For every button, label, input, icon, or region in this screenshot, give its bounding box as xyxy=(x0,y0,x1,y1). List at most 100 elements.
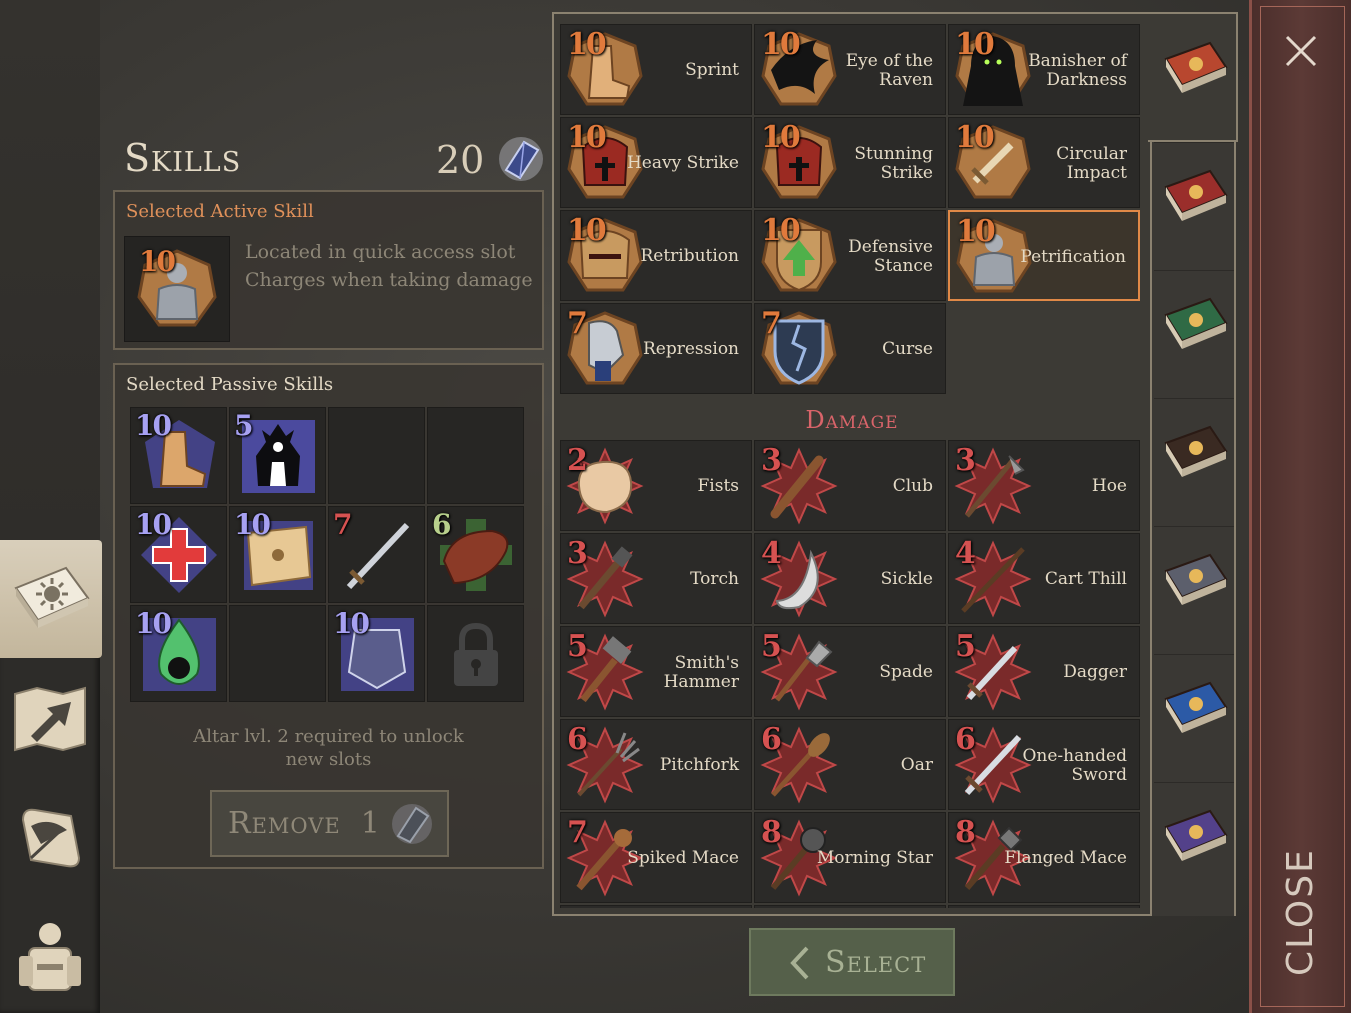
pickaxe-book-icon xyxy=(1164,553,1228,605)
skill-card[interactable]: 5 Dagger xyxy=(948,626,1140,717)
skill-card[interactable]: 3 Club xyxy=(754,440,946,531)
skill-level: 4 xyxy=(761,536,782,571)
book-tab[interactable] xyxy=(1156,654,1236,764)
passive-slot-level: 6 xyxy=(432,508,452,541)
skill-card[interactable]: 3 Hoe xyxy=(948,440,1140,531)
passive-slot[interactable]: 10 xyxy=(130,506,227,603)
skill-name: Defensive Stance xyxy=(848,236,933,276)
book-tab[interactable] xyxy=(1156,526,1236,636)
skill-name: Repression xyxy=(643,339,739,359)
book-tab[interactable] xyxy=(1156,270,1236,380)
skill-name: Smith's Hammer xyxy=(663,652,739,692)
skill-name: Sprint xyxy=(685,60,739,80)
nav-map-tab[interactable] xyxy=(0,660,100,778)
passive-slot-level: 10 xyxy=(135,409,172,442)
passive-slot[interactable]: 10 xyxy=(130,605,227,702)
book-tab[interactable] xyxy=(1156,398,1236,508)
skill-card[interactable]: 6 Pitchfork xyxy=(560,719,752,810)
skill-name: One-handed Sword xyxy=(1022,745,1127,785)
skill-level: 6 xyxy=(761,722,782,757)
skill-card[interactable]: 6 One-handed Sword xyxy=(948,719,1140,810)
skill-card[interactable]: 10 Sprint xyxy=(560,24,752,115)
remove-cost: 1 xyxy=(360,806,380,841)
active-skill-desc-2: Charges when taking damage xyxy=(245,269,533,291)
skill-card[interactable]: 7 Repression xyxy=(560,303,752,394)
skill-card[interactable]: 2 Fists xyxy=(560,440,752,531)
skill-card[interactable]: 3 Torch xyxy=(560,533,752,624)
skill-name: Spade xyxy=(879,662,933,682)
passive-slot[interactable]: 7 xyxy=(328,506,425,603)
skill-card[interactable]: 5 Smith's Hammer xyxy=(560,626,752,717)
skill-name: Spiked Mace xyxy=(627,848,739,868)
character-backpack-icon xyxy=(19,923,81,991)
skill-card[interactable]: 4 Sickle xyxy=(754,533,946,624)
skill-level: 10 xyxy=(567,27,607,62)
skill-level: 10 xyxy=(761,120,801,155)
passive-slot[interactable]: 10 xyxy=(328,605,425,702)
nav-character-tab[interactable] xyxy=(0,896,100,1013)
skill-card[interactable]: 10 Eye of the Raven xyxy=(754,24,946,115)
nav-quests-tab[interactable] xyxy=(0,778,100,896)
nav-skills-tab[interactable] xyxy=(0,540,102,658)
skill-card[interactable]: 8 Morning Star xyxy=(754,812,946,903)
skill-card[interactable]: 10 Circular Impact xyxy=(948,117,1140,208)
skill-level: 3 xyxy=(761,443,782,478)
skill-level: 5 xyxy=(955,629,976,664)
skill-level: 7 xyxy=(567,815,588,850)
skill-card[interactable]: 10 Defensive Stance xyxy=(754,210,946,301)
skill-card[interactable]: 10 Retribution xyxy=(560,210,752,301)
active-skill-desc-1: Located in quick access slot xyxy=(245,241,516,263)
empty-passive-slot[interactable] xyxy=(328,407,425,504)
skill-card[interactable]: 7 Curse xyxy=(754,303,946,394)
skill-name: Morning Star xyxy=(816,848,933,868)
select-button[interactable]: Select xyxy=(749,928,955,996)
soul-crystal-count: 20 xyxy=(436,138,485,182)
passive-slot-level: 10 xyxy=(135,607,172,640)
passive-slot[interactable]: 10 xyxy=(229,506,326,603)
passive-slot[interactable]: 10 xyxy=(130,407,227,504)
remove-button[interactable]: Remove 1 xyxy=(210,790,449,857)
empty-passive-slot[interactable] xyxy=(229,605,326,702)
passive-slot[interactable]: 6 xyxy=(427,506,524,603)
skill-card[interactable] xyxy=(948,905,1140,908)
skill-name: Pitchfork xyxy=(659,755,739,775)
skill-card[interactable]: 10 Banisher of Darkness xyxy=(948,24,1140,115)
skill-name: Torch xyxy=(690,569,739,589)
skill-row: 10 Retribution 10 Defensive Stance 10 Petrifi… xyxy=(560,210,1140,301)
skill-card[interactable]: 5 Spade xyxy=(754,626,946,717)
skill-level: 2 xyxy=(567,443,588,478)
skill-card[interactable]: 6 Oar xyxy=(754,719,946,810)
skill-level: 8 xyxy=(955,815,976,850)
selected-passive-skills-panel: Selected Passive Skills 10 5 10 10 7 6 1… xyxy=(113,363,544,869)
empty-passive-slot[interactable] xyxy=(427,407,524,504)
skill-name: Dagger xyxy=(1063,662,1127,682)
skill-list-scroll[interactable]: 10 Sprint 10 Eye of the Raven 10 Banisher of … xyxy=(560,24,1144,908)
skill-level: 10 xyxy=(955,120,995,155)
skill-card[interactable]: 8 Flanged Mace xyxy=(948,812,1140,903)
skill-level: 10 xyxy=(761,27,801,62)
active-skill-label: Selected Active Skill xyxy=(126,201,314,222)
close-icon[interactable] xyxy=(1284,34,1318,68)
passive-slot[interactable]: 5 xyxy=(229,407,326,504)
skill-level: 3 xyxy=(955,443,976,478)
skill-card[interactable]: 10 Heavy Strike xyxy=(560,117,752,208)
passive-slot-level: 5 xyxy=(234,409,254,442)
skill-row: 2 Fists 3 Club 3 Hoe xyxy=(560,440,1140,531)
skill-level: 6 xyxy=(567,722,588,757)
skill-row-partial xyxy=(560,905,1140,908)
altar-note-line2: new slots xyxy=(285,749,372,770)
book-tab[interactable] xyxy=(1156,142,1236,252)
skill-level: 3 xyxy=(567,536,588,571)
close-label[interactable]: CLOSE xyxy=(1280,848,1321,976)
book-tab[interactable] xyxy=(1156,782,1236,892)
active-skill-slot[interactable]: 10 xyxy=(124,236,230,342)
skill-row: 10 Sprint 10 Eye of the Raven 10 Banisher of … xyxy=(560,24,1140,115)
skills-book-icon xyxy=(14,566,90,628)
skill-card[interactable]: 4 Cart Thill xyxy=(948,533,1140,624)
skill-card[interactable] xyxy=(560,905,752,908)
skill-card[interactable]: 10 Stunning Strike xyxy=(754,117,946,208)
skill-card[interactable]: 7 Spiked Mace xyxy=(560,812,752,903)
book-tab[interactable] xyxy=(1156,14,1236,124)
skill-card[interactable]: 10 Petrification xyxy=(948,210,1140,301)
skill-card[interactable] xyxy=(754,905,946,908)
